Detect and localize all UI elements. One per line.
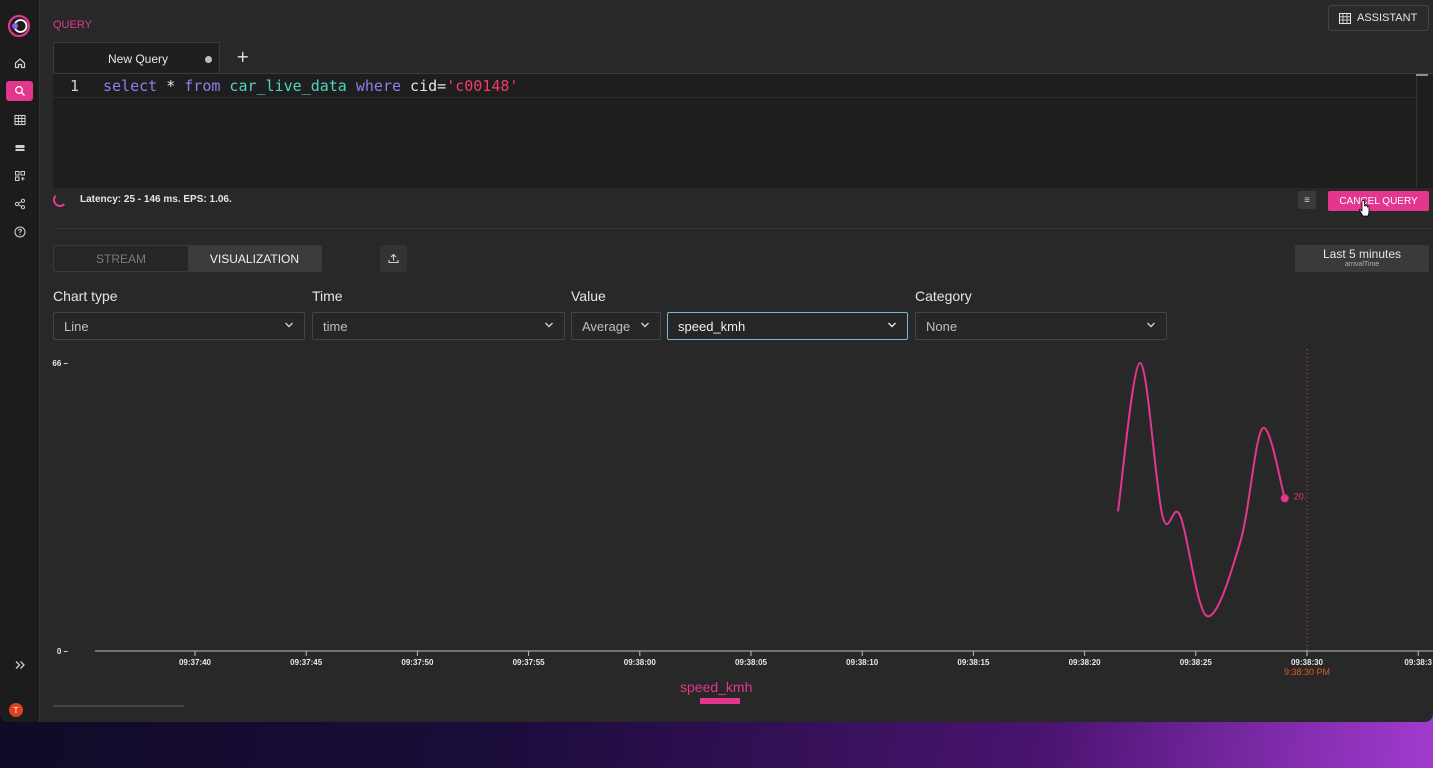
tab-stream[interactable]: STREAM	[54, 246, 188, 271]
tab-new-query[interactable]: New Query	[53, 42, 220, 73]
x-tick-label: 09:38:20	[1069, 658, 1102, 667]
x-tick-label: 09:37:40	[179, 658, 212, 667]
app-window: T QUERY ASSISTANT New Query + 1 select *…	[0, 0, 1433, 722]
tab-visualization[interactable]: VISUALIZATION	[188, 246, 321, 271]
chart-type-label: Chart type	[53, 288, 118, 304]
aggregation-value: Average	[582, 319, 631, 334]
token-literal: 'c00148'	[446, 77, 519, 95]
table-icon	[1339, 12, 1351, 24]
aggregation-select[interactable]: Average	[571, 312, 661, 340]
add-tab-button[interactable]: +	[236, 47, 249, 66]
loading-spinner-icon	[53, 193, 67, 207]
options-menu-button[interactable]: ≡	[1298, 191, 1316, 209]
last-point-label: 20.	[1294, 491, 1307, 501]
chevron-down-icon	[641, 322, 649, 328]
series-line-speed_kmh	[1116, 361, 1286, 618]
time-field-label: arrivalTime	[1344, 261, 1380, 268]
keyword-from: from	[184, 77, 221, 95]
value-field-value: speed_kmh	[678, 319, 746, 334]
chart-type-value: Line	[64, 319, 89, 334]
sidebar-expand-button[interactable]	[6, 655, 33, 675]
y-tick-label: 66 –	[52, 359, 68, 368]
line-chart: 66 – 0 – 09:37:40 09:37:45 09:37:50 09:37:55 0…	[52, 349, 1433, 677]
upload-icon	[388, 253, 399, 264]
divider	[53, 228, 1433, 229]
cancel-query-button[interactable]: CANCEL QUERY	[1328, 191, 1429, 211]
time-label: Time	[312, 288, 343, 304]
x-tick-label: 09:38:25	[1180, 658, 1213, 667]
chevron-down-icon	[285, 322, 293, 328]
view-mode-toggle: STREAM VISUALIZATION	[53, 245, 322, 272]
editor-scrollbar-track	[1416, 74, 1417, 188]
legend-label[interactable]: speed_kmh	[680, 679, 752, 695]
sidebar-item-streams[interactable]	[6, 138, 33, 158]
query-tab-bar: New Query +	[53, 42, 1433, 73]
x-tick-label: 09:38:10	[846, 658, 879, 667]
value-field-select[interactable]: speed_kmh	[667, 312, 908, 340]
latency-status: Latency: 25 - 146 ms. EPS: 1.06.	[80, 194, 232, 205]
chevron-down-icon	[545, 322, 553, 328]
y-tick-label: 0 –	[57, 647, 69, 656]
horizontal-scrollbar[interactable]	[53, 705, 184, 707]
user-avatar[interactable]: T	[9, 703, 23, 717]
tab-label: New Query	[108, 52, 169, 66]
app-logo-icon[interactable]	[7, 14, 31, 38]
x-tick-label: 09:37:45	[290, 658, 323, 667]
apps-icon	[14, 171, 25, 181]
time-value: time	[323, 319, 348, 334]
category-select[interactable]: None	[915, 312, 1167, 340]
x-tick-label: 09:37:50	[401, 658, 434, 667]
share-icon	[14, 198, 25, 210]
keyword-select: select	[103, 77, 158, 95]
value-label: Value	[571, 288, 606, 304]
token-condition: cid=	[401, 77, 447, 95]
x-tick-label: 09:38:00	[624, 658, 657, 667]
query-status-bar: Latency: 25 - 146 ms. EPS: 1.06. ≡ CANCE…	[53, 187, 1433, 215]
sql-editor[interactable]: 1 select * from car_live_data where cid=…	[53, 73, 1433, 188]
sql-code: select * from car_live_data where cid='c…	[103, 77, 518, 95]
assistant-button[interactable]: ASSISTANT	[1328, 5, 1429, 31]
code-line: 1 select * from car_live_data where cid=…	[53, 75, 1416, 98]
now-marker-label: 9:38:30 PM	[1284, 667, 1330, 677]
help-icon	[13, 226, 26, 238]
line-number: 1	[70, 77, 80, 95]
export-button[interactable]	[380, 245, 407, 272]
sidebar-item-share[interactable]	[6, 194, 33, 214]
unsaved-dot-icon	[205, 56, 212, 63]
sidebar-item-data[interactable]	[6, 110, 33, 130]
legend-swatch	[700, 698, 740, 704]
home-icon	[14, 58, 25, 69]
search-icon	[14, 86, 25, 96]
sidebar-item-query[interactable]	[6, 81, 33, 101]
token-table: car_live_data	[220, 77, 356, 95]
category-value: None	[926, 319, 958, 334]
sidebar-item-apps[interactable]	[6, 166, 33, 186]
chevron-down-icon	[1147, 322, 1155, 328]
sidebar-item-home[interactable]	[6, 53, 33, 73]
assistant-label: ASSISTANT	[1357, 12, 1418, 24]
stream-icon	[15, 145, 24, 151]
editor-scrollbar[interactable]	[1416, 74, 1428, 76]
sidebar-item-help[interactable]	[6, 222, 33, 242]
time-select[interactable]: time	[312, 312, 565, 340]
time-range-picker[interactable]: Last 5 minutes arrivalTime	[1295, 245, 1429, 272]
x-tick-label: 09:38:15	[957, 658, 990, 667]
keyword-where: where	[355, 77, 402, 95]
time-range-value: Last 5 minutes	[1322, 247, 1402, 261]
category-label: Category	[915, 288, 972, 304]
page-title: QUERY	[53, 19, 92, 31]
chevron-double-right-icon	[15, 661, 25, 669]
table-icon	[13, 114, 26, 126]
sidebar: T	[0, 0, 40, 722]
x-tick-label: 09:38:05	[735, 658, 768, 667]
mouse-cursor-icon	[1358, 200, 1370, 217]
x-tick-label: 09:37:55	[513, 658, 546, 667]
last-point	[1280, 494, 1289, 503]
x-tick-label: 09:38:3	[1404, 658, 1432, 667]
chart-type-select[interactable]: Line	[53, 312, 305, 340]
x-tick-label: 09:38:30	[1291, 658, 1324, 667]
chevron-down-icon	[888, 322, 896, 328]
token-star: *	[157, 77, 185, 95]
